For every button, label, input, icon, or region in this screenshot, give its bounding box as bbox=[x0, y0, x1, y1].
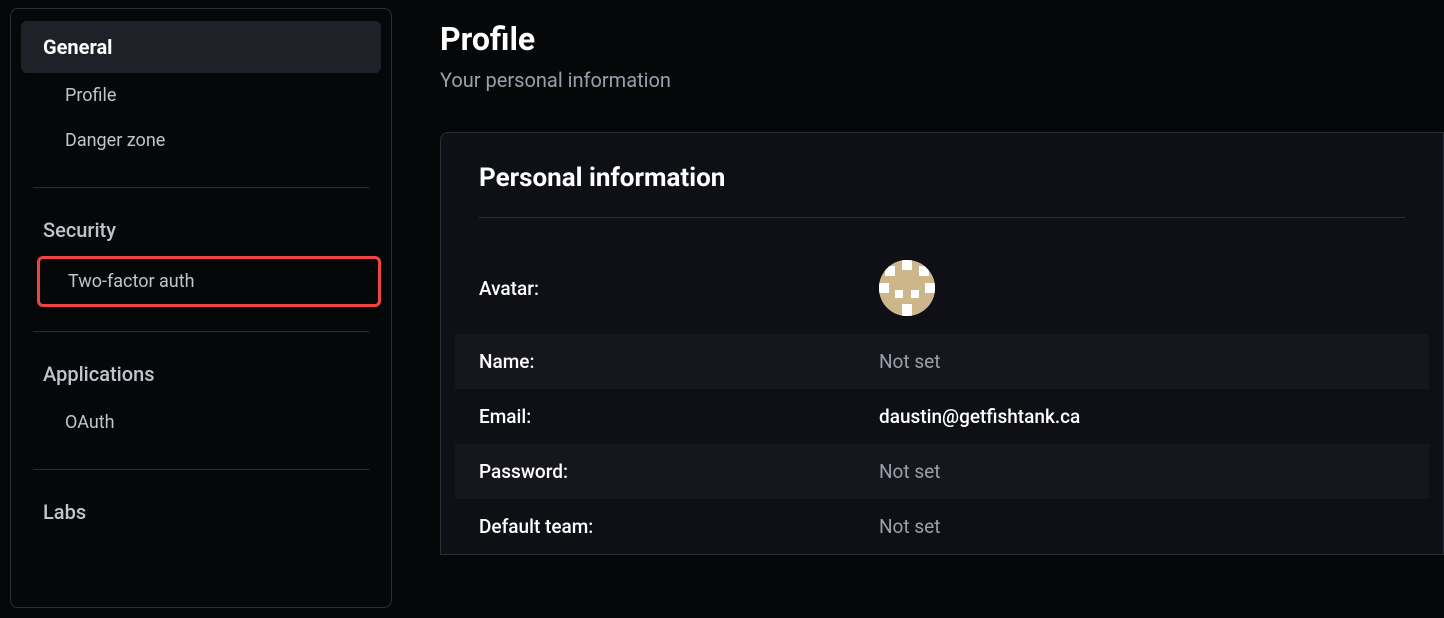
info-row-email: Email: daustin@getfishtank.ca bbox=[455, 389, 1429, 444]
sidebar-section-general: General Profile Danger zone bbox=[21, 21, 381, 179]
sidebar-divider bbox=[33, 187, 369, 188]
info-value-email: daustin@getfishtank.ca bbox=[879, 405, 1080, 428]
avatar-identicon bbox=[879, 260, 935, 316]
info-label-avatar: Avatar: bbox=[479, 277, 879, 300]
sidebar-heading-general[interactable]: General bbox=[21, 21, 381, 73]
info-value-name: Not set bbox=[879, 350, 940, 373]
personal-info-panel: Personal information Avatar: Name: Not s… bbox=[440, 132, 1444, 555]
info-label-email: Email: bbox=[479, 405, 879, 428]
sidebar-divider bbox=[33, 469, 369, 470]
sidebar-heading-labs[interactable]: Labs bbox=[21, 486, 381, 538]
info-row-password: Password: Not set bbox=[455, 444, 1429, 499]
info-value-default-team: Not set bbox=[879, 515, 940, 538]
sidebar-section-applications: Applications OAuth bbox=[21, 348, 381, 461]
info-label-default-team: Default team: bbox=[479, 515, 879, 538]
sidebar-heading-security[interactable]: Security bbox=[21, 204, 381, 256]
info-row-avatar: Avatar: bbox=[455, 242, 1429, 334]
info-value-password: Not set bbox=[879, 460, 940, 483]
sidebar-section-security: Security Two-factor auth bbox=[21, 204, 381, 323]
info-label-name: Name: bbox=[479, 350, 879, 373]
sidebar-divider bbox=[33, 331, 369, 332]
sidebar-panel: General Profile Danger zone Security Two… bbox=[10, 8, 392, 608]
sidebar-item-danger-zone[interactable]: Danger zone bbox=[21, 118, 381, 163]
info-row-default-team: Default team: Not set bbox=[455, 499, 1429, 554]
avatar[interactable] bbox=[879, 260, 935, 316]
sidebar-item-oauth[interactable]: OAuth bbox=[21, 400, 381, 445]
sidebar-item-two-factor-auth[interactable]: Two-factor auth bbox=[37, 256, 381, 307]
page-title: Profile bbox=[440, 20, 1444, 58]
info-label-password: Password: bbox=[479, 460, 879, 483]
panel-title: Personal information bbox=[479, 163, 1405, 218]
page-subtitle: Your personal information bbox=[440, 68, 1444, 92]
sidebar: General Profile Danger zone Security Two… bbox=[0, 0, 400, 618]
main-content: Profile Your personal information Person… bbox=[400, 0, 1444, 618]
info-row-name: Name: Not set bbox=[455, 334, 1429, 389]
sidebar-item-profile[interactable]: Profile bbox=[21, 73, 381, 118]
sidebar-heading-applications[interactable]: Applications bbox=[21, 348, 381, 400]
